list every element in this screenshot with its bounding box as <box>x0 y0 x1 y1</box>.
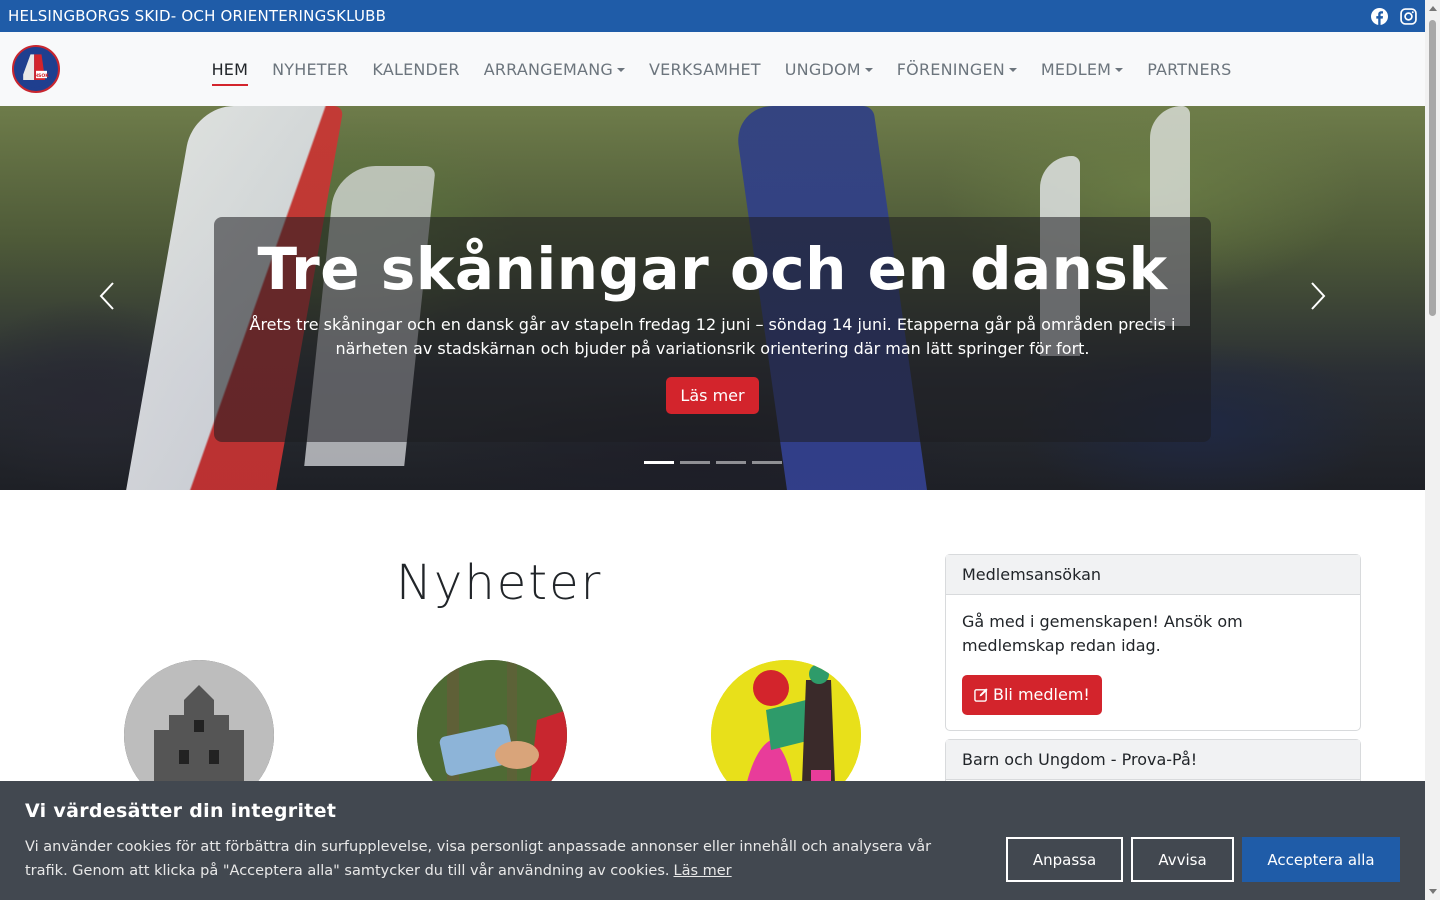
carousel-indicator[interactable] <box>716 461 746 464</box>
facebook-icon[interactable] <box>1371 7 1388 25</box>
chevron-down-icon <box>864 68 873 72</box>
scroll-down-icon[interactable] <box>1429 889 1437 894</box>
hero-text: Årets tre skåningar och en dansk går av … <box>249 315 1176 358</box>
hero-title: Tre skåningar och en dansk <box>257 235 1168 303</box>
top-bar: HELSINGBORGS SKID- OCH ORIENTERINGSKLUBB <box>0 0 1425 32</box>
nav-item-hem[interactable]: HEM <box>211 60 249 86</box>
carousel-indicator[interactable] <box>680 461 710 464</box>
read-more-button[interactable]: Läs mer <box>666 377 759 414</box>
membership-card-header: Medlemsansökan <box>946 555 1360 595</box>
instagram-icon[interactable] <box>1400 7 1417 25</box>
nav-item-nyheter[interactable]: NYHETER <box>272 60 348 79</box>
chevron-down-icon <box>616 68 625 72</box>
edit-icon <box>974 688 988 702</box>
social-links <box>1371 7 1417 25</box>
youth-card-header: Barn och Ungdom - Prova-På! <box>946 740 1360 780</box>
hero-carousel: Tre skåningar och en dansk Årets tre skå… <box>0 106 1425 490</box>
nav-item-verksamhet[interactable]: VERKSAMHET <box>649 60 761 79</box>
cookie-accept-all-button[interactable]: Acceptera alla <box>1242 837 1400 882</box>
main-navbar: HSOK HEM NYHETER KALENDER ARRANGEMANG VE… <box>0 32 1425 106</box>
membership-card-text: Gå med i gemenskapen! Ansök om medlemska… <box>962 612 1243 655</box>
site-title: HELSINGBORGS SKID- OCH ORIENTERINGSKLUBB <box>8 7 387 25</box>
cookie-text: Vi använder cookies för att förbättra di… <box>25 839 932 879</box>
scroll-up-icon[interactable] <box>1429 6 1437 11</box>
cookie-title: Vi värdesätter din integritet <box>25 800 337 822</box>
carousel-indicators <box>644 461 782 464</box>
nav-item-medlem[interactable]: MEDLEM <box>1041 60 1124 79</box>
carousel-indicator[interactable] <box>644 461 674 464</box>
cookie-customize-button[interactable]: Anpassa <box>1006 837 1123 882</box>
nav-item-partners[interactable]: PARTNERS <box>1147 60 1231 79</box>
cookie-reject-button[interactable]: Avvisa <box>1131 837 1234 882</box>
cookie-banner: Vi värdesätter din integritet Vi använde… <box>0 781 1425 900</box>
membership-card: Medlemsansökan Gå med i gemenskapen! Ans… <box>945 554 1361 731</box>
carousel-prev-icon[interactable] <box>97 281 117 311</box>
nav-item-kalender[interactable]: KALENDER <box>372 60 459 79</box>
nav-menu: HEM NYHETER KALENDER ARRANGEMANG VERKSAM… <box>0 32 1425 106</box>
news-heading: Nyheter <box>396 555 603 611</box>
carousel-indicator[interactable] <box>752 461 782 464</box>
hero-caption: Tre skåningar och en dansk Årets tre skå… <box>214 217 1211 442</box>
carousel-next-icon[interactable] <box>1308 281 1328 311</box>
cookie-read-more-link[interactable]: Läs mer <box>674 863 732 879</box>
become-member-button[interactable]: Bli medlem! <box>962 675 1102 715</box>
nav-item-ungdom[interactable]: UNGDOM <box>785 60 873 79</box>
scrollbar-thumb[interactable] <box>1429 20 1436 316</box>
chevron-down-icon <box>1115 68 1124 72</box>
nav-item-arrangemang[interactable]: ARRANGEMANG <box>484 60 625 79</box>
chevron-down-icon <box>1008 68 1017 72</box>
nav-item-foreningen[interactable]: FÖRENINGEN <box>897 60 1017 79</box>
page-scrollbar[interactable] <box>1425 0 1440 900</box>
